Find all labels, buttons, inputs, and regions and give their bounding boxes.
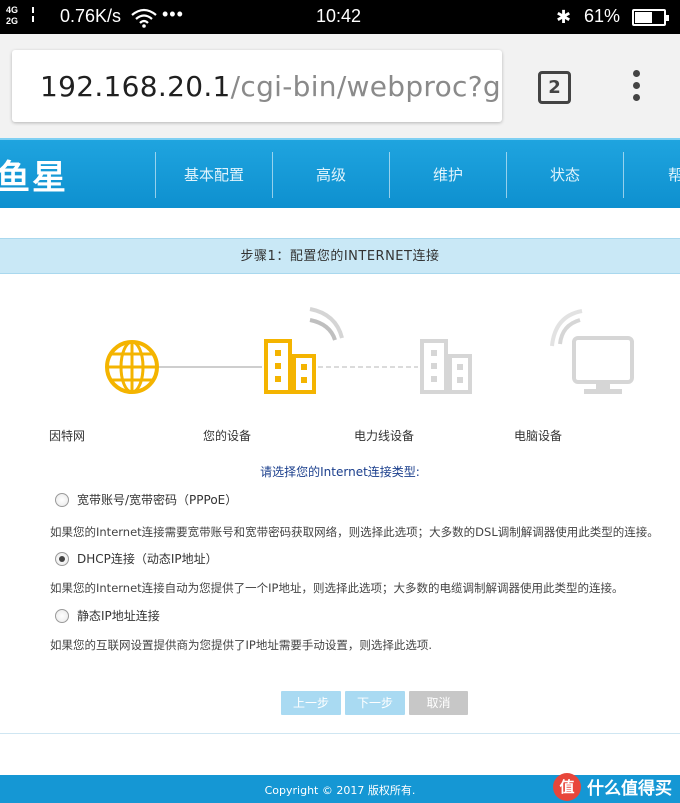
content-divider	[0, 733, 680, 734]
tab-switcher-button[interactable]: 2	[538, 71, 571, 104]
wifi-icon	[131, 8, 157, 28]
watermark-text: 什么值得买	[587, 779, 672, 799]
network-4g-label: 4G	[6, 5, 19, 15]
network-speed: 0.76K/s	[60, 6, 122, 26]
pppoe-description: 如果您的Internet连接需要宽带账号和宽带密码获取网络，则选择此选项；大多数…	[50, 525, 659, 539]
router-device-icon	[264, 339, 316, 394]
url-path: /cgi-bin/webproc?getp	[230, 70, 502, 103]
browser-menu-icon[interactable]	[630, 70, 642, 106]
router-header: 鱼星 基本配置 高级 维护 状态 帮	[0, 138, 680, 208]
watermark-badge-icon: 值	[553, 772, 581, 801]
wireless-signal-icon	[309, 307, 344, 341]
dhcp-label: DHCP连接（动态IP地址）	[77, 552, 218, 566]
clock: 10:42	[316, 6, 362, 26]
url-text[interactable]: 192.168.20.1/cgi-bin/webproc?getp	[40, 70, 502, 103]
brand-logo: 鱼星	[0, 158, 68, 198]
cancel-button[interactable]: 取消	[409, 691, 468, 715]
nav-basic-config[interactable]: 基本配置	[155, 152, 272, 198]
static-ip-radio[interactable]	[55, 608, 69, 623]
signal-icon	[32, 7, 54, 22]
connection-diagram	[105, 307, 634, 394]
globe-icon	[105, 340, 159, 394]
dhcp-radio[interactable]	[55, 551, 69, 566]
status-bar: 4G 2G 0.76K/s ••• 10:42 ✱ 61%	[0, 0, 680, 34]
device-label-powerline: 电力线设备	[354, 429, 415, 443]
connection-type-prompt: 请选择您的Internet连接类型:	[260, 465, 420, 479]
nav-help[interactable]: 帮	[623, 152, 680, 198]
computer-monitor-icon	[550, 309, 634, 394]
browser-toolbar: 192.168.20.1/cgi-bin/webproc?getp 2	[0, 34, 680, 138]
pppoe-radio[interactable]	[55, 492, 69, 507]
powerline-device-icon	[420, 339, 472, 394]
pppoe-label: 宽带账号/宽带密码（PPPoE）	[77, 493, 238, 507]
battery-fill	[635, 12, 652, 23]
watermark: 值 什么值得买	[553, 770, 672, 803]
static-ip-label: 静态IP地址连接	[77, 609, 160, 623]
more-notifications-icon: •••	[162, 4, 184, 24]
static-ip-description: 如果您的互联网设置提供商为您提供了IP地址需要手动设置，则选择此选项.	[50, 638, 432, 652]
url-host: 192.168.20.1	[40, 70, 231, 103]
device-label-your-device: 您的设备	[203, 429, 252, 443]
dhcp-description: 如果您的Internet连接自动为您提供了一个IP地址，则选择此选项；大多数的电…	[50, 581, 624, 595]
battery-percent: 61%	[584, 6, 621, 26]
network-2g-label: 2G	[6, 16, 19, 26]
device-label-internet: 因特网	[49, 429, 86, 443]
option-static-ip[interactable]: 静态IP地址连接	[55, 607, 160, 624]
address-bar[interactable]: 192.168.20.1/cgi-bin/webproc?getp	[12, 50, 502, 122]
nav-maintenance[interactable]: 维护	[389, 152, 506, 198]
option-dhcp[interactable]: DHCP连接（动态IP地址）	[55, 550, 218, 567]
nav-status[interactable]: 状态	[506, 152, 623, 198]
device-label-computer: 电脑设备	[514, 429, 563, 443]
prev-step-button[interactable]: 上一步	[281, 691, 341, 715]
next-step-button[interactable]: 下一步	[345, 691, 405, 715]
step-title: 步骤1：配置您的INTERNET连接	[0, 238, 680, 274]
network-type: 4G 2G	[6, 5, 18, 27]
option-pppoe[interactable]: 宽带账号/宽带密码（PPPoE）	[55, 491, 237, 508]
bluetooth-icon: ✱	[556, 7, 572, 27]
nav-advanced[interactable]: 高级	[272, 152, 389, 198]
battery-icon	[632, 9, 669, 26]
